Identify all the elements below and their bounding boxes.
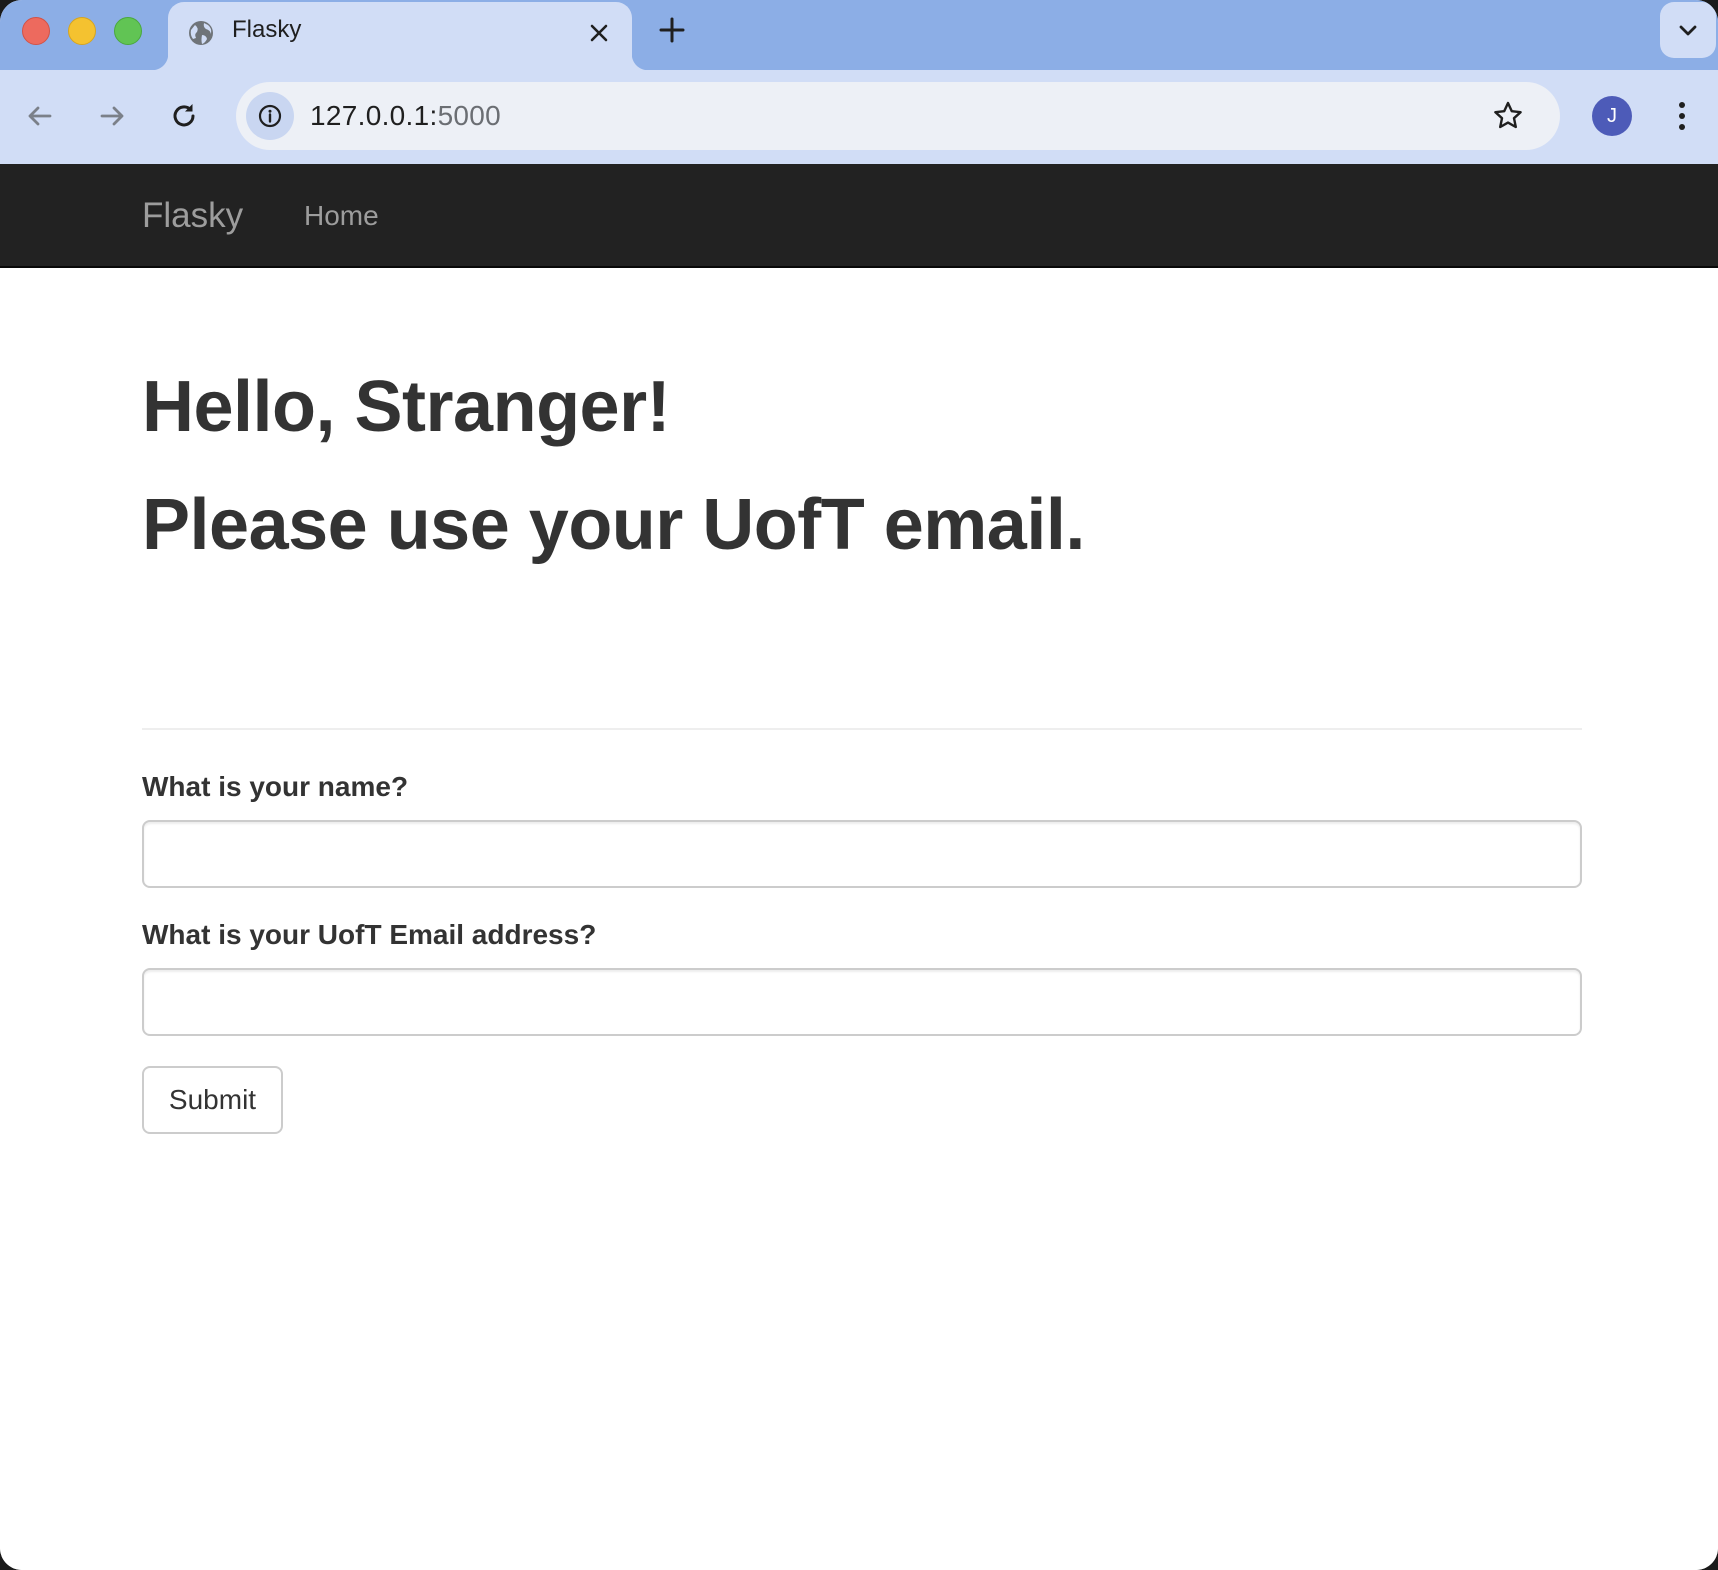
site-info-button[interactable] <box>246 92 294 140</box>
close-window-button[interactable] <box>22 17 50 45</box>
star-icon[interactable] <box>1490 98 1526 134</box>
kebab-menu-icon[interactable] <box>1664 98 1700 134</box>
nav-link-home[interactable]: Home <box>304 200 379 232</box>
name-input[interactable] <box>142 820 1582 888</box>
back-button[interactable] <box>18 94 62 138</box>
site-navbar: Flasky Home <box>0 164 1718 268</box>
email-input[interactable] <box>142 968 1582 1036</box>
browser-toolbar: 127.0.0.1:5000 J <box>0 70 1718 164</box>
url-text: 127.0.0.1:5000 <box>310 100 501 132</box>
arrow-left-icon <box>28 106 52 126</box>
page-greeting: Hello, Stranger! <box>142 367 671 447</box>
arrow-right-icon <box>100 106 124 126</box>
globe-icon <box>186 18 216 48</box>
tab-strip: Flasky <box>0 0 1718 70</box>
plus-icon[interactable] <box>656 14 688 46</box>
email-label: What is your UofT Email address? <box>142 919 597 950</box>
maximize-window-button[interactable] <box>114 17 142 45</box>
url-port: 5000 <box>437 100 502 131</box>
minimize-window-button[interactable] <box>68 17 96 45</box>
submit-button[interactable]: Submit <box>142 1066 283 1134</box>
tab-search-button[interactable] <box>1660 2 1716 58</box>
tab-title: Flasky <box>232 16 302 43</box>
profile-avatar[interactable]: J <box>1592 96 1632 136</box>
forward-button[interactable] <box>90 94 134 138</box>
page-viewport: Flasky Home Hello, Stranger! Please use … <box>0 164 1718 1570</box>
browser-window: Flasky 127.0.0.1:5000 J Flasky Home Hell… <box>0 0 1718 1570</box>
header-divider <box>142 728 1582 730</box>
url-host: 127.0.0.1: <box>310 100 438 131</box>
reload-icon <box>173 104 195 127</box>
chevron-down-icon <box>1679 25 1697 36</box>
page-instruction: Please use your UofT email. <box>142 485 1085 565</box>
reload-button[interactable] <box>162 94 206 138</box>
navbar-brand[interactable]: Flasky <box>142 196 243 236</box>
name-label: What is your name? <box>142 771 409 802</box>
close-icon[interactable] <box>584 18 614 48</box>
browser-tab[interactable]: Flasky <box>152 2 648 70</box>
address-bar[interactable]: 127.0.0.1:5000 <box>236 82 1560 150</box>
info-icon <box>258 104 282 128</box>
